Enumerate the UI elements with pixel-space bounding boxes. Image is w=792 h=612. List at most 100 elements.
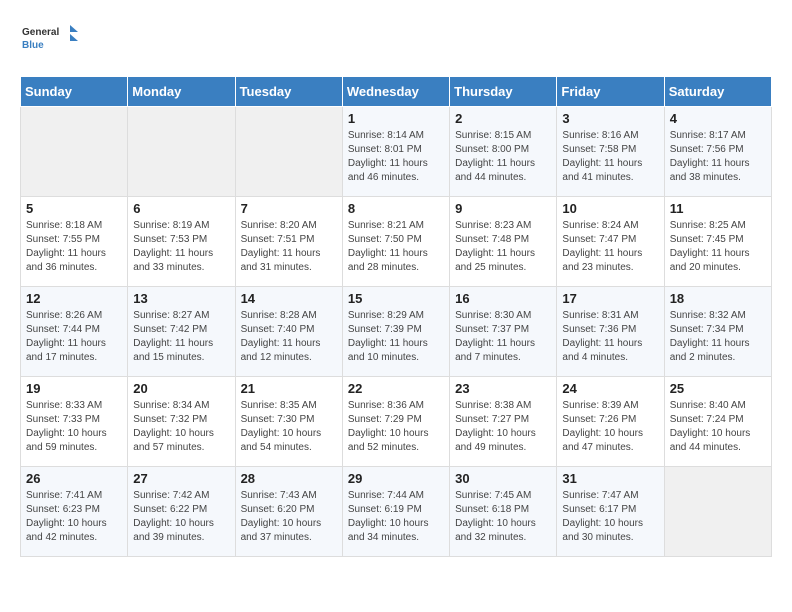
calendar-cell: 13 Sunrise: 8:27 AMSunset: 7:42 PMDayligh… <box>128 287 235 377</box>
calendar-cell: 2Sunrise: 8:15 AMSunset: 8:00 PMDaylight… <box>450 107 557 197</box>
day-number: 20 <box>133 381 229 396</box>
calendar-cell: 10 Sunrise: 8:24 AMSunset: 7:47 PMDayligh… <box>557 197 664 287</box>
day-number: 9 <box>455 201 551 216</box>
calendar-cell: 12Sunrise: 8:26 AMSunset: 7:44 PMDayligh… <box>21 287 128 377</box>
day-info: Sunrise: 8:29 AMSunset: 7:39 PMDaylight:… <box>348 309 444 365</box>
day-info: Sunrise: 8:34 AMSunset: 7:32 PMDaylight:… <box>133 399 229 455</box>
day-info: Sunrise: 8:23 AMSunset: 7:48 PMDaylight:… <box>455 219 551 275</box>
day-info: Sunrise: 8:19 AMSunset: 7:53 PMDaylight:… <box>133 219 229 275</box>
day-number: 30 <box>455 471 551 486</box>
day-info: Sunrise: 8:24 AMSunset: 7:47 PMDaylight:… <box>562 219 658 275</box>
calendar-cell: 9 Sunrise: 8:23 AMSunset: 7:48 PMDaylight… <box>450 197 557 287</box>
day-info: Sunrise: 7:42 AMSunset: 6:22 PMDaylight:… <box>133 489 229 545</box>
day-number: 1 <box>348 111 444 126</box>
day-number: 31 <box>562 471 658 486</box>
calendar-cell: 22Sunrise: 8:36 AMSunset: 7:29 PMDayligh… <box>342 377 449 467</box>
logo-svg: General Blue <box>20 20 80 60</box>
day-info: Sunrise: 8:25 AMSunset: 7:45 PMDaylight:… <box>670 219 766 275</box>
calendar-cell <box>128 107 235 197</box>
day-number: 24 <box>562 381 658 396</box>
calendar-cell: 17 Sunrise: 8:31 AMSunset: 7:36 PMDayligh… <box>557 287 664 377</box>
day-number: 26 <box>26 471 122 486</box>
day-number: 14 <box>241 291 337 306</box>
day-number: 7 <box>241 201 337 216</box>
calendar-cell: 19 Sunrise: 8:33 AMSunset: 7:33 PMDayligh… <box>21 377 128 467</box>
day-number: 5 <box>26 201 122 216</box>
calendar-week-row: 1 Sunrise: 8:14 AMSunset: 8:01 PMDaylight… <box>21 107 772 197</box>
calendar-cell: 20 Sunrise: 8:34 AMSunset: 7:32 PMDayligh… <box>128 377 235 467</box>
calendar-cell: 27 Sunrise: 7:42 AMSunset: 6:22 PMDayligh… <box>128 467 235 557</box>
calendar-cell <box>21 107 128 197</box>
day-info: Sunrise: 8:38 AMSunset: 7:27 PMDaylight:… <box>455 399 551 455</box>
calendar-cell: 18 Sunrise: 8:32 AMSunset: 7:34 PMDayligh… <box>664 287 771 377</box>
calendar-cell: 7 Sunrise: 8:20 AMSunset: 7:51 PMDaylight… <box>235 197 342 287</box>
day-info: Sunrise: 8:27 AMSunset: 7:42 PMDaylight:… <box>133 309 229 365</box>
header-friday: Friday <box>557 77 664 107</box>
header-monday: Monday <box>128 77 235 107</box>
calendar-cell: 21 Sunrise: 8:35 AMSunset: 7:30 PMDayligh… <box>235 377 342 467</box>
calendar-cell: 3 Sunrise: 8:16 AMSunset: 7:58 PMDaylight… <box>557 107 664 197</box>
logo: General Blue <box>20 20 80 60</box>
calendar-week-row: 19 Sunrise: 8:33 AMSunset: 7:33 PMDayligh… <box>21 377 772 467</box>
day-number: 8 <box>348 201 444 216</box>
calendar-cell: 15 Sunrise: 8:29 AMSunset: 7:39 PMDayligh… <box>342 287 449 377</box>
calendar-table: SundayMondayTuesdayWednesdayThursdayFrid… <box>20 76 772 557</box>
day-info: Sunrise: 8:14 AMSunset: 8:01 PMDaylight:… <box>348 129 444 185</box>
header: General Blue <box>20 20 772 60</box>
day-info: Sunrise: 8:18 AMSunset: 7:55 PMDaylight:… <box>26 219 122 275</box>
day-info: Sunrise: 8:32 AMSunset: 7:34 PMDaylight:… <box>670 309 766 365</box>
day-number: 10 <box>562 201 658 216</box>
calendar-cell: 5 Sunrise: 8:18 AMSunset: 7:55 PMDaylight… <box>21 197 128 287</box>
calendar-cell: 11 Sunrise: 8:25 AMSunset: 7:45 PMDayligh… <box>664 197 771 287</box>
day-number: 16 <box>455 291 551 306</box>
day-info: Sunrise: 7:45 AMSunset: 6:18 PMDaylight:… <box>455 489 551 545</box>
calendar-cell <box>235 107 342 197</box>
calendar-cell: 6 Sunrise: 8:19 AMSunset: 7:53 PMDaylight… <box>128 197 235 287</box>
day-number: 13 <box>133 291 229 306</box>
day-number: 17 <box>562 291 658 306</box>
day-info: Sunrise: 8:17 AMSunset: 7:56 PMDaylight:… <box>670 129 766 185</box>
svg-text:Blue: Blue <box>22 40 44 51</box>
day-info: Sunrise: 7:41 AMSunset: 6:23 PMDaylight:… <box>26 489 122 545</box>
calendar-cell: 8Sunrise: 8:21 AMSunset: 7:50 PMDaylight… <box>342 197 449 287</box>
day-number: 23 <box>455 381 551 396</box>
header-wednesday: Wednesday <box>342 77 449 107</box>
day-info: Sunrise: 8:26 AMSunset: 7:44 PMDaylight:… <box>26 309 122 365</box>
calendar-cell <box>664 467 771 557</box>
day-number: 29 <box>348 471 444 486</box>
day-number: 6 <box>133 201 229 216</box>
day-info: Sunrise: 8:39 AMSunset: 7:26 PMDaylight:… <box>562 399 658 455</box>
day-number: 27 <box>133 471 229 486</box>
header-tuesday: Tuesday <box>235 77 342 107</box>
calendar-cell: 16Sunrise: 8:30 AMSunset: 7:37 PMDayligh… <box>450 287 557 377</box>
header-thursday: Thursday <box>450 77 557 107</box>
day-number: 11 <box>670 201 766 216</box>
calendar-cell: 31 Sunrise: 7:47 AMSunset: 6:17 PMDayligh… <box>557 467 664 557</box>
calendar-cell: 26 Sunrise: 7:41 AMSunset: 6:23 PMDayligh… <box>21 467 128 557</box>
day-number: 4 <box>670 111 766 126</box>
calendar-week-row: 5 Sunrise: 8:18 AMSunset: 7:55 PMDaylight… <box>21 197 772 287</box>
day-number: 28 <box>241 471 337 486</box>
calendar-cell: 29 Sunrise: 7:44 AMSunset: 6:19 PMDayligh… <box>342 467 449 557</box>
day-info: Sunrise: 7:44 AMSunset: 6:19 PMDaylight:… <box>348 489 444 545</box>
day-number: 19 <box>26 381 122 396</box>
day-number: 15 <box>348 291 444 306</box>
day-info: Sunrise: 8:31 AMSunset: 7:36 PMDaylight:… <box>562 309 658 365</box>
calendar-cell: 25Sunrise: 8:40 AMSunset: 7:24 PMDayligh… <box>664 377 771 467</box>
day-info: Sunrise: 8:35 AMSunset: 7:30 PMDaylight:… <box>241 399 337 455</box>
day-number: 18 <box>670 291 766 306</box>
calendar-cell: 1 Sunrise: 8:14 AMSunset: 8:01 PMDaylight… <box>342 107 449 197</box>
day-info: Sunrise: 8:33 AMSunset: 7:33 PMDaylight:… <box>26 399 122 455</box>
calendar-cell: 14Sunrise: 8:28 AMSunset: 7:40 PMDayligh… <box>235 287 342 377</box>
calendar-week-row: 12Sunrise: 8:26 AMSunset: 7:44 PMDayligh… <box>21 287 772 377</box>
day-info: Sunrise: 7:47 AMSunset: 6:17 PMDaylight:… <box>562 489 658 545</box>
day-number: 21 <box>241 381 337 396</box>
header-sunday: Sunday <box>21 77 128 107</box>
calendar-cell: 30 Sunrise: 7:45 AMSunset: 6:18 PMDayligh… <box>450 467 557 557</box>
day-info: Sunrise: 8:15 AMSunset: 8:00 PMDaylight:… <box>455 129 551 185</box>
day-info: Sunrise: 8:16 AMSunset: 7:58 PMDaylight:… <box>562 129 658 185</box>
svg-text:General: General <box>22 27 59 38</box>
day-info: Sunrise: 8:20 AMSunset: 7:51 PMDaylight:… <box>241 219 337 275</box>
day-number: 22 <box>348 381 444 396</box>
day-number: 3 <box>562 111 658 126</box>
